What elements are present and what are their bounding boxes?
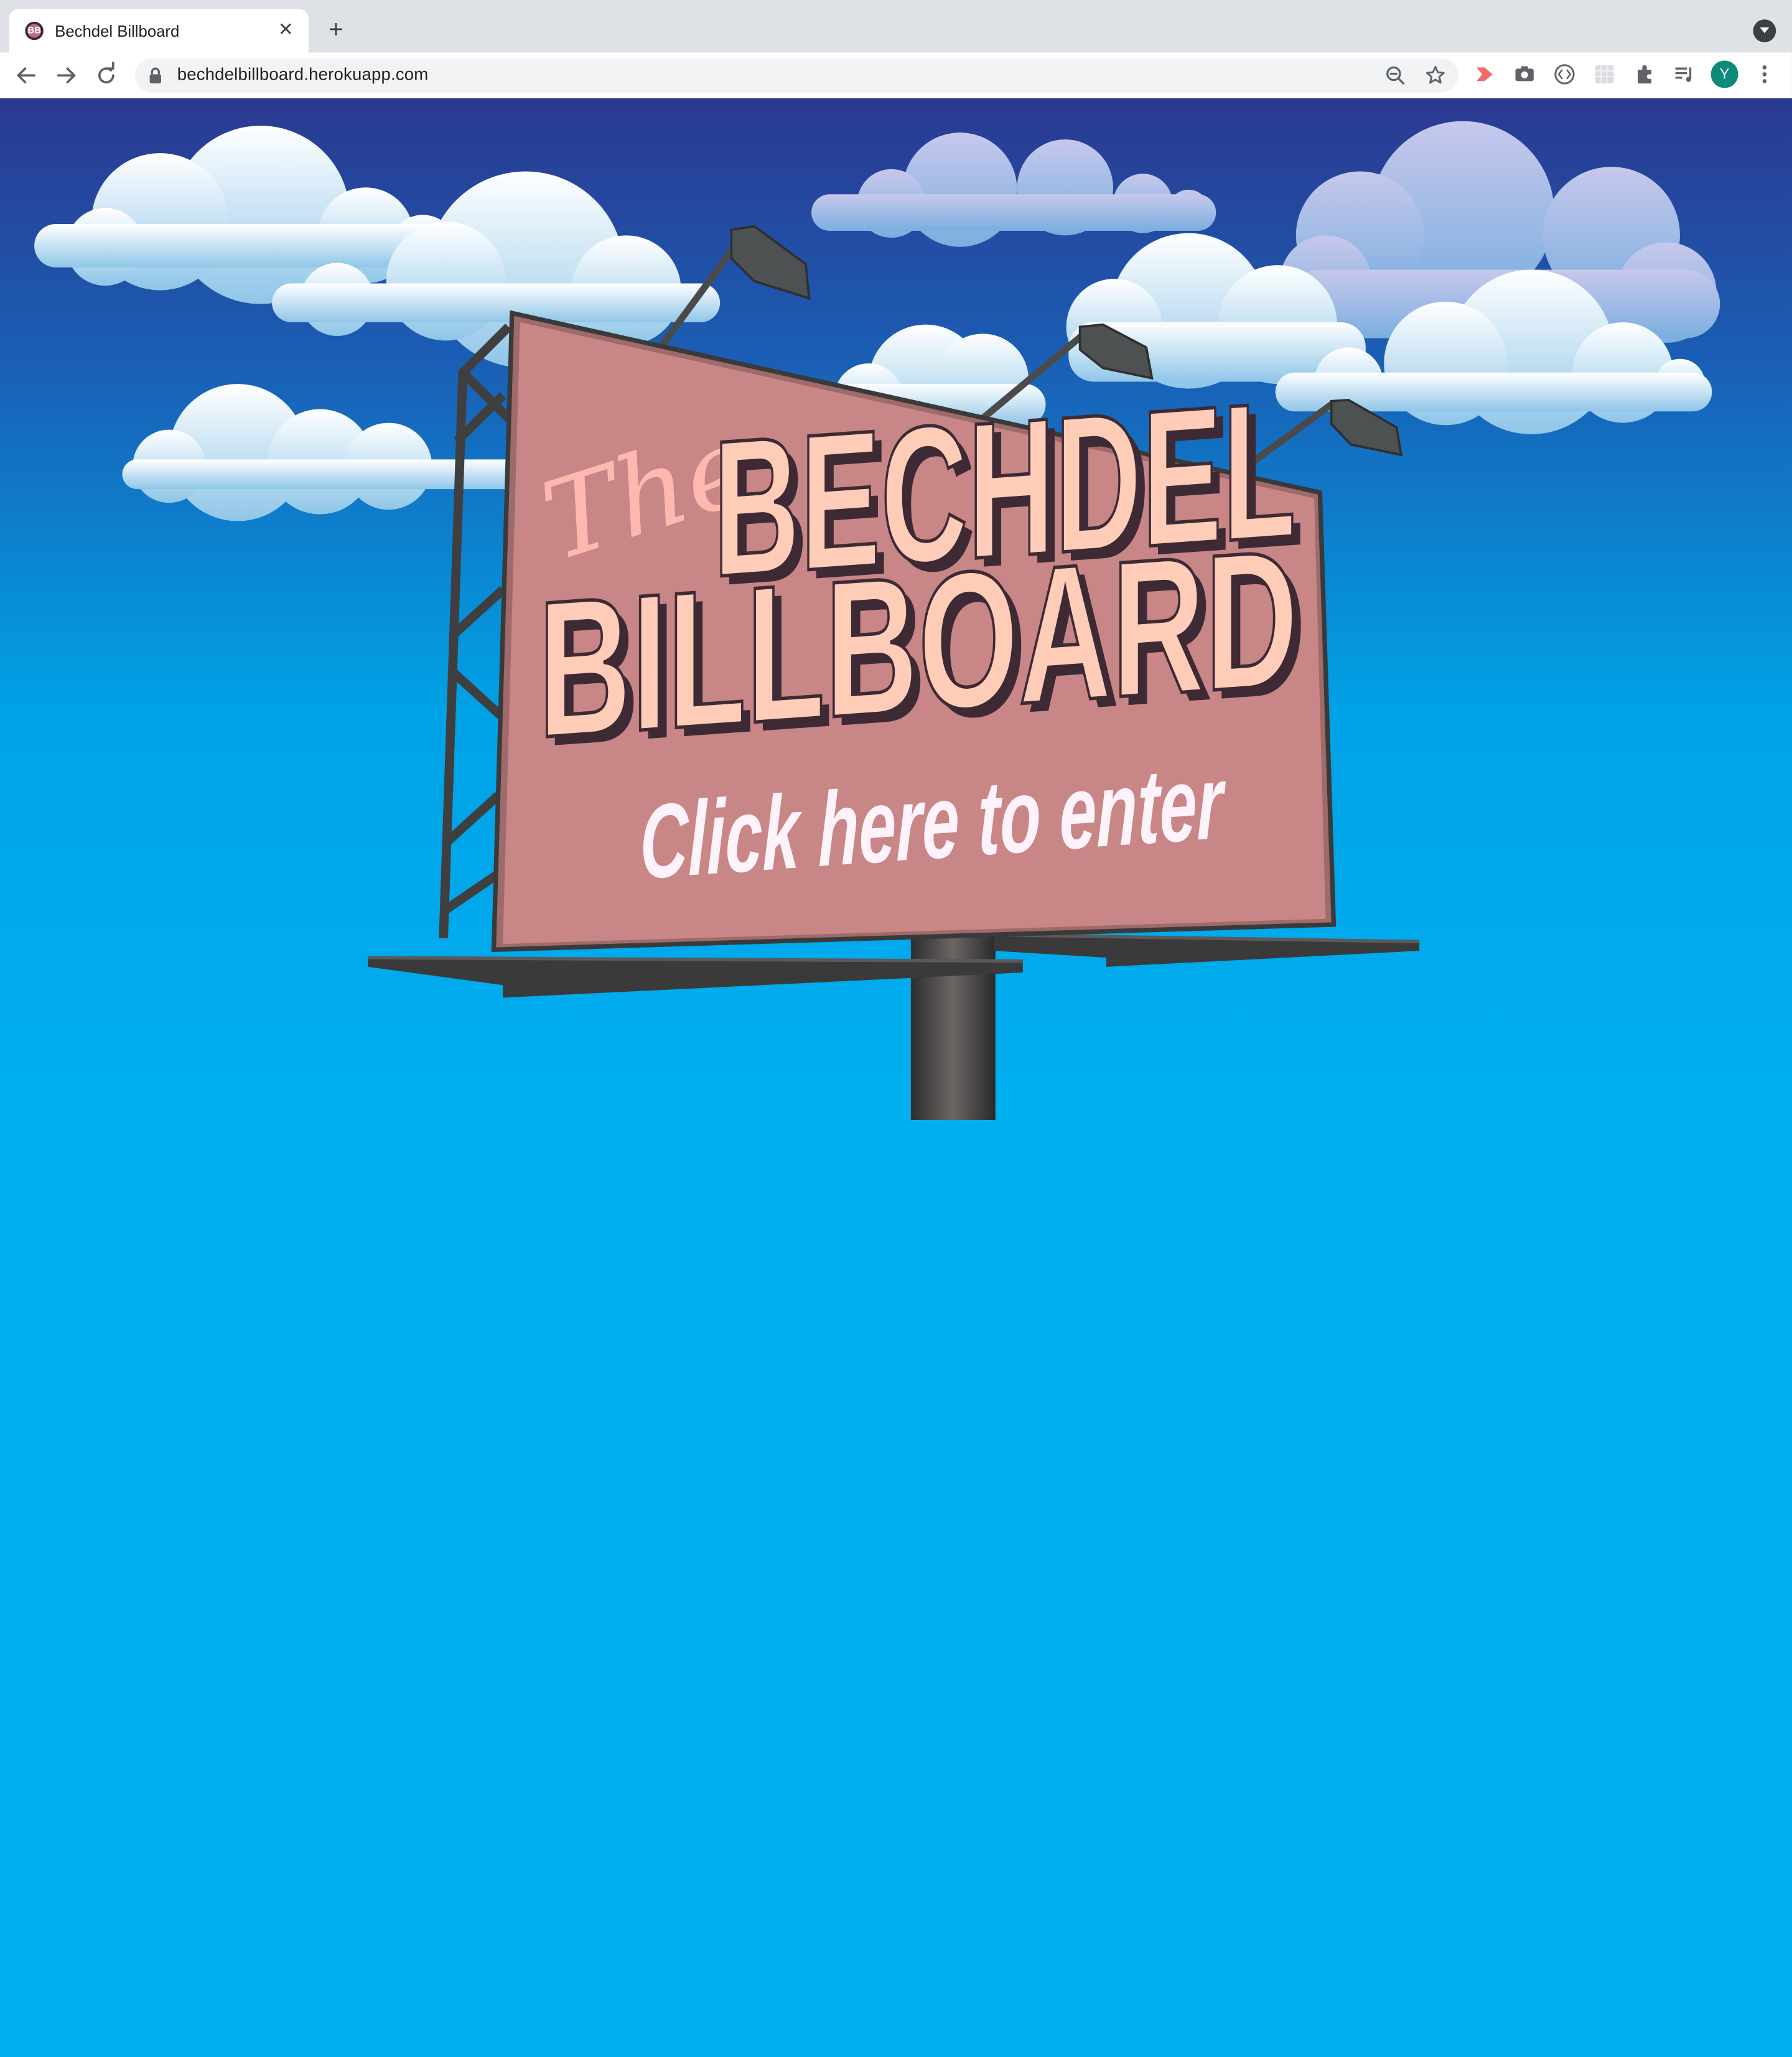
profile-avatar[interactable]: Y — [1710, 60, 1738, 88]
address-bar[interactable]: bechdelbillboard.herokuapp.com — [134, 58, 1458, 93]
zoom-out-icon[interactable] — [1385, 65, 1406, 86]
tab-bechdel-billboard[interactable]: BB Bechdel Billboard ✕ — [9, 9, 309, 53]
extension-red-play-icon[interactable] — [1473, 63, 1496, 86]
page-content[interactable]: The BECHDEL BECHDEL BILLBOARD BILLBOARD … — [0, 98, 1792, 1120]
new-tab-icon[interactable]: + — [320, 15, 352, 47]
browser-window: BB Bechdel Billboard ✕ + bechdelbillboar… — [0, 0, 1792, 2057]
bookmark-star-icon[interactable] — [1425, 65, 1445, 86]
puzzle-extensions-icon[interactable] — [1633, 63, 1656, 86]
back-icon[interactable] — [11, 60, 41, 90]
site-favicon: BB — [25, 21, 44, 40]
more-menu-icon[interactable] — [1757, 62, 1773, 86]
forward-icon[interactable] — [52, 60, 82, 90]
tab-title: Bechdel Billboard — [55, 21, 180, 40]
camera-icon[interactable] — [1513, 63, 1536, 86]
reload-icon[interactable] — [91, 60, 121, 90]
grid-extension-icon[interactable] — [1593, 63, 1616, 86]
code-brackets-icon[interactable] — [1553, 63, 1576, 86]
tab-search-icon[interactable] — [1753, 19, 1776, 42]
tab-close-icon[interactable]: ✕ — [272, 17, 299, 45]
billboard-scene[interactable]: The BECHDEL BECHDEL BILLBOARD BILLBOARD … — [0, 98, 1792, 1120]
media-queue-icon[interactable] — [1673, 63, 1696, 86]
lock-icon[interactable] — [149, 67, 162, 84]
tab-strip: BB Bechdel Billboard ✕ + — [0, 0, 1792, 53]
url-text[interactable]: bechdelbillboard.herokuapp.com — [177, 65, 429, 85]
billboard-text-group[interactable]: The BECHDEL BECHDEL BILLBOARD BILLBOARD … — [531, 358, 1307, 909]
